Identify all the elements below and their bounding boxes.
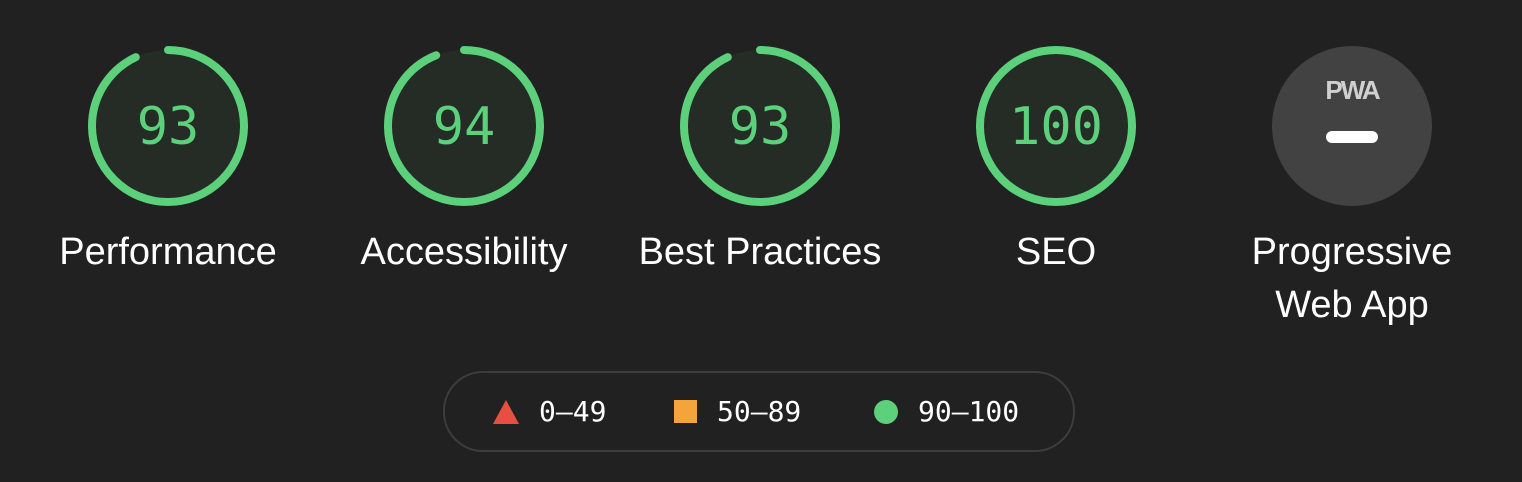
score-scale-legend: 0–49 50–89 90–100 [443,371,1075,452]
legend-range-fail: 0–49 [539,395,607,428]
gauge-pwa[interactable]: PWA Progressive Web App [1222,46,1482,332]
pwa-logo-icon: PWA [1325,76,1382,104]
performance-score: 93 [137,97,200,157]
best-practices-label: Best Practices [638,231,882,273]
performance-score-ring: 93 [88,46,248,206]
gauge-accessibility[interactable]: 94 Accessibility [334,46,594,279]
lighthouse-scores-panel: 93 Performance 94 Accessibility 93 Best … [0,0,1522,482]
accessibility-score: 94 [433,97,496,157]
gauge-performance[interactable]: 93 Performance [38,46,298,279]
seo-score: 100 [1009,97,1103,157]
performance-label: Performance [59,231,277,273]
seo-label: SEO [1015,231,1097,273]
square-icon [674,400,697,423]
circle-icon [874,399,898,424]
pwa-empty-score-dash [1326,131,1378,143]
seo-score-ring: 100 [976,46,1136,206]
legend-item-pass: 90–100 [874,373,1019,450]
best-practices-score-ring: 93 [680,46,840,206]
legend-range-pass: 90–100 [918,395,1020,428]
gauge-best-practices[interactable]: 93 Best Practices [630,46,890,279]
accessibility-label: Accessibility [360,231,568,273]
legend-item-average: 50–89 [674,373,801,450]
pwa-badge: PWA [1272,46,1432,206]
accessibility-score-ring: 94 [384,46,544,206]
triangle-icon [493,399,519,424]
legend-item-fail: 0–49 [493,373,606,450]
pwa-label: Progressive Web App [1251,231,1453,326]
svg-text:PWA: PWA [1325,76,1380,104]
gauge-seo[interactable]: 100 SEO [926,46,1186,279]
legend-range-average: 50–89 [717,395,802,428]
score-gauges: 93 Performance 94 Accessibility 93 Best … [0,46,1522,336]
best-practices-score: 93 [729,97,792,157]
